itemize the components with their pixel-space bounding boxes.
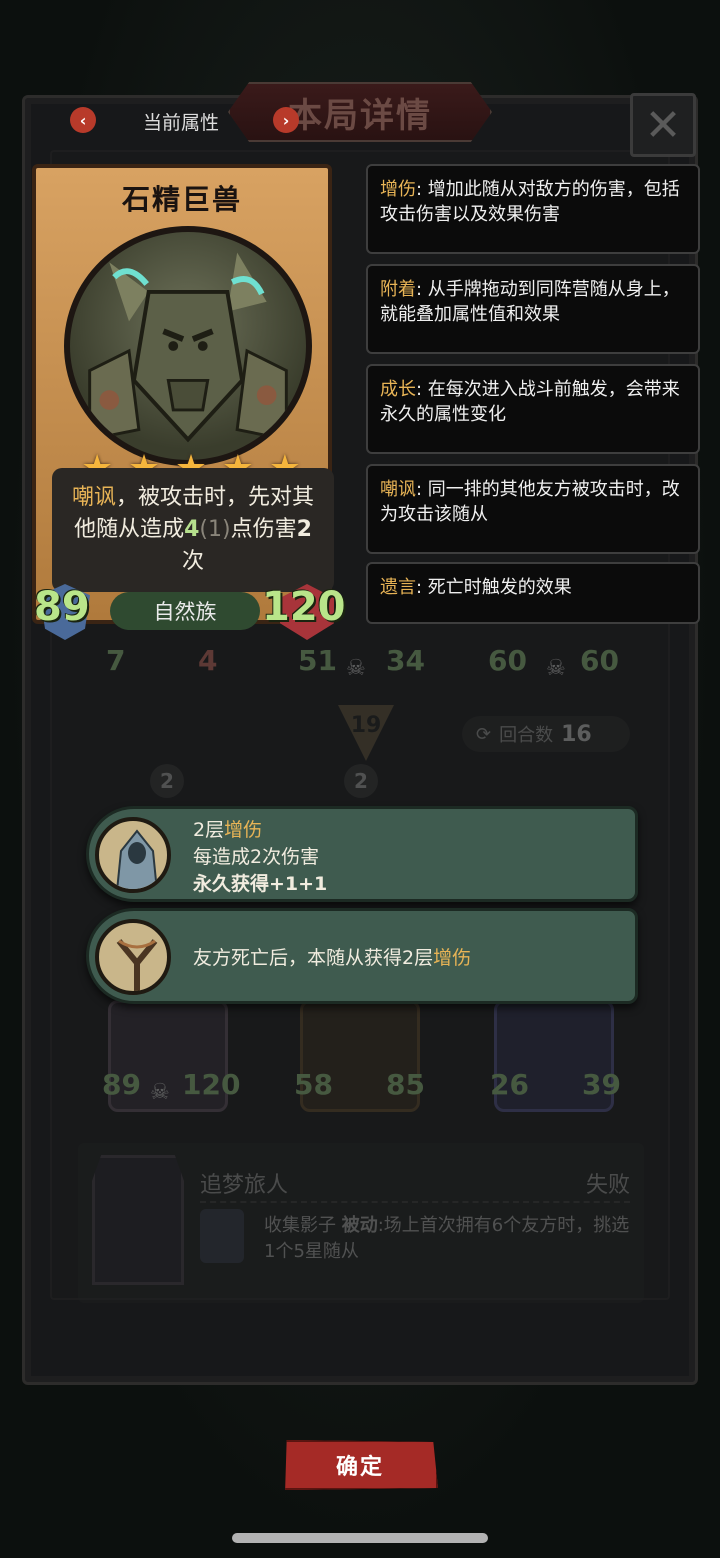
enemy-skill: 收集影子 被动:场上首次拥有6个友方时，挑选1个5星随从 <box>264 1213 634 1265</box>
definition-taunt: 嘲讽: 同一排的其他友方被攻击时，改为攻击该随从 <box>366 464 700 554</box>
enemy-skill-type: 被动 <box>341 1215 378 1236</box>
top-minion-2-atk: 51 <box>298 644 337 677</box>
bottom-minion-1-atk: 89 <box>102 1068 141 1101</box>
definition-deathrattle: 遗言: 死亡时触发的效果 <box>366 562 700 624</box>
shadow-skill-icon <box>200 1209 244 1263</box>
popup-1-stacks: 2层 <box>193 819 225 841</box>
page-title: 本局详情 <box>288 95 432 136</box>
top-minion-1-hp: 4 <box>198 644 218 677</box>
definition-keyword: 嘲讽 <box>380 479 416 500</box>
definition-text: : 从手牌拖动到同阵营随从身上，就能叠加属性值和效果 <box>380 279 680 325</box>
skull-icon: ☠ <box>546 656 566 681</box>
popup-1-keyword: 增伤 <box>224 819 263 841</box>
close-button[interactable]: ✕ <box>630 93 696 157</box>
next-tab-button[interactable]: › <box>273 107 299 133</box>
effect-popup-1[interactable]: 2层增伤 每造成2次伤害 永久获得+1+1 <box>86 806 638 902</box>
chevron-left-icon: ‹ <box>79 110 87 130</box>
hero-health: 120 <box>262 584 346 630</box>
top-minion-2-hp: 34 <box>386 644 425 677</box>
top-minion-3-hp: 60 <box>580 644 619 677</box>
popup-2-keyword: 增伤 <box>433 947 472 969</box>
enemy-result: 失败 <box>585 1173 630 1198</box>
divider <box>200 1201 630 1203</box>
definition-keyword: 成长 <box>380 379 416 400</box>
definition-damage-boost: 增伤: 增加此随从对敌方的伤害，包括攻击伤害以及效果伤害 <box>366 164 700 254</box>
desc-times: 2 <box>296 517 312 542</box>
home-indicator[interactable] <box>232 1533 488 1543</box>
turn-marker-value: 19 <box>350 713 382 738</box>
definition-text: : 死亡时触发的效果 <box>416 577 572 598</box>
rounds-label: 回合数 <box>499 725 554 746</box>
desc-damage-base: (1) <box>199 517 231 542</box>
rounds-value: 16 <box>561 721 592 747</box>
desc-damage: 4 <box>184 517 200 542</box>
hero-stats: 89 自然族 120 <box>30 584 346 640</box>
popup-1-text: 2层增伤 每造成2次伤害 永久获得+1+1 <box>193 817 327 898</box>
definition-text: : 增加此随从对敌方的伤害，包括攻击伤害以及效果伤害 <box>380 179 680 225</box>
desc-text: 次 <box>181 549 204 574</box>
hero-card-frame: 石精巨兽 ★ ★ ★ ★ ★ <box>32 164 334 624</box>
bottom-minion-1-hp: 120 <box>182 1068 241 1101</box>
popup-2-prefix: 友方死亡后，本随从获得2层 <box>193 947 434 969</box>
hooded-figure-icon <box>95 817 171 893</box>
skull-icon: ☠ <box>346 656 366 681</box>
enemy-skill-name: 收集影子 <box>264 1215 336 1236</box>
hero-description: 嘲讽，被攻击时，先对其他随从造成4(1)点伤害2次 <box>52 468 334 592</box>
close-icon: ✕ <box>644 99 682 151</box>
desc-text: 点伤害 <box>230 517 297 542</box>
bottom-minion-3-hp: 39 <box>582 1068 621 1101</box>
bottom-minion-2-hp: 85 <box>386 1068 425 1101</box>
hero-name: 石精巨兽 <box>121 183 242 216</box>
definition-text: : 同一排的其他友方被攻击时，改为攻击该随从 <box>380 479 680 525</box>
title-banner: 本局详情 <box>228 82 492 142</box>
skull-icon: ☠ <box>150 1080 170 1105</box>
level-badge: 2 <box>344 764 378 798</box>
tribe-badge: 自然族 <box>110 592 260 630</box>
keyword-taunt[interactable]: 嘲讽 <box>72 485 116 510</box>
stone-golem-portrait <box>64 226 312 466</box>
bottom-minion-3-atk: 26 <box>490 1068 529 1101</box>
tab-current-attributes: 当前属性 <box>143 112 220 134</box>
definition-keyword: 附着 <box>380 279 416 300</box>
top-minion-3-atk: 60 <box>488 644 527 677</box>
top-minion-1-atk: 7 <box>106 644 126 677</box>
bottom-minion-2-atk: 58 <box>294 1068 333 1101</box>
popup-2-text: 友方死亡后，本随从获得2层增伤 <box>193 945 471 972</box>
effect-popup-2[interactable]: 友方死亡后，本随从获得2层增伤 <box>86 908 638 1004</box>
enemy-summary: 追梦旅人 失败 收集影子 被动:场上首次拥有6个友方时，挑选1个5星随从 <box>78 1143 644 1303</box>
popup-1-line2: 每造成2次伤害 <box>193 846 320 868</box>
prev-tab-button[interactable]: ‹ <box>70 107 96 133</box>
definition-keyword: 增伤 <box>380 179 416 200</box>
hero-attack: 89 <box>34 584 90 630</box>
stone-golem-icon <box>88 252 288 443</box>
popup-1-line3: 永久获得+1+1 <box>193 873 328 895</box>
refresh-icon: ⟳ <box>476 723 492 745</box>
level-badge: 2 <box>150 764 184 798</box>
rounds-counter: ⟳ 回合数 16 <box>462 716 630 752</box>
definition-keyword: 遗言 <box>380 577 416 598</box>
chevron-right-icon: › <box>282 110 290 130</box>
hero-card: 石精巨兽 ★ ★ ★ ★ ★ <box>30 160 346 640</box>
slingshot-icon <box>95 919 171 995</box>
enemy-avatar <box>92 1155 184 1285</box>
definition-growth: 成长: 在每次进入战斗前触发，会带来永久的属性变化 <box>366 364 700 454</box>
enemy-name: 追梦旅人 <box>200 1173 289 1198</box>
confirm-button[interactable]: 确定 <box>285 1440 438 1490</box>
definition-attach: 附着: 从手牌拖动到同阵营随从身上，就能叠加属性值和效果 <box>366 264 700 354</box>
definition-text: : 在每次进入战斗前触发，会带来永久的属性变化 <box>380 379 680 425</box>
